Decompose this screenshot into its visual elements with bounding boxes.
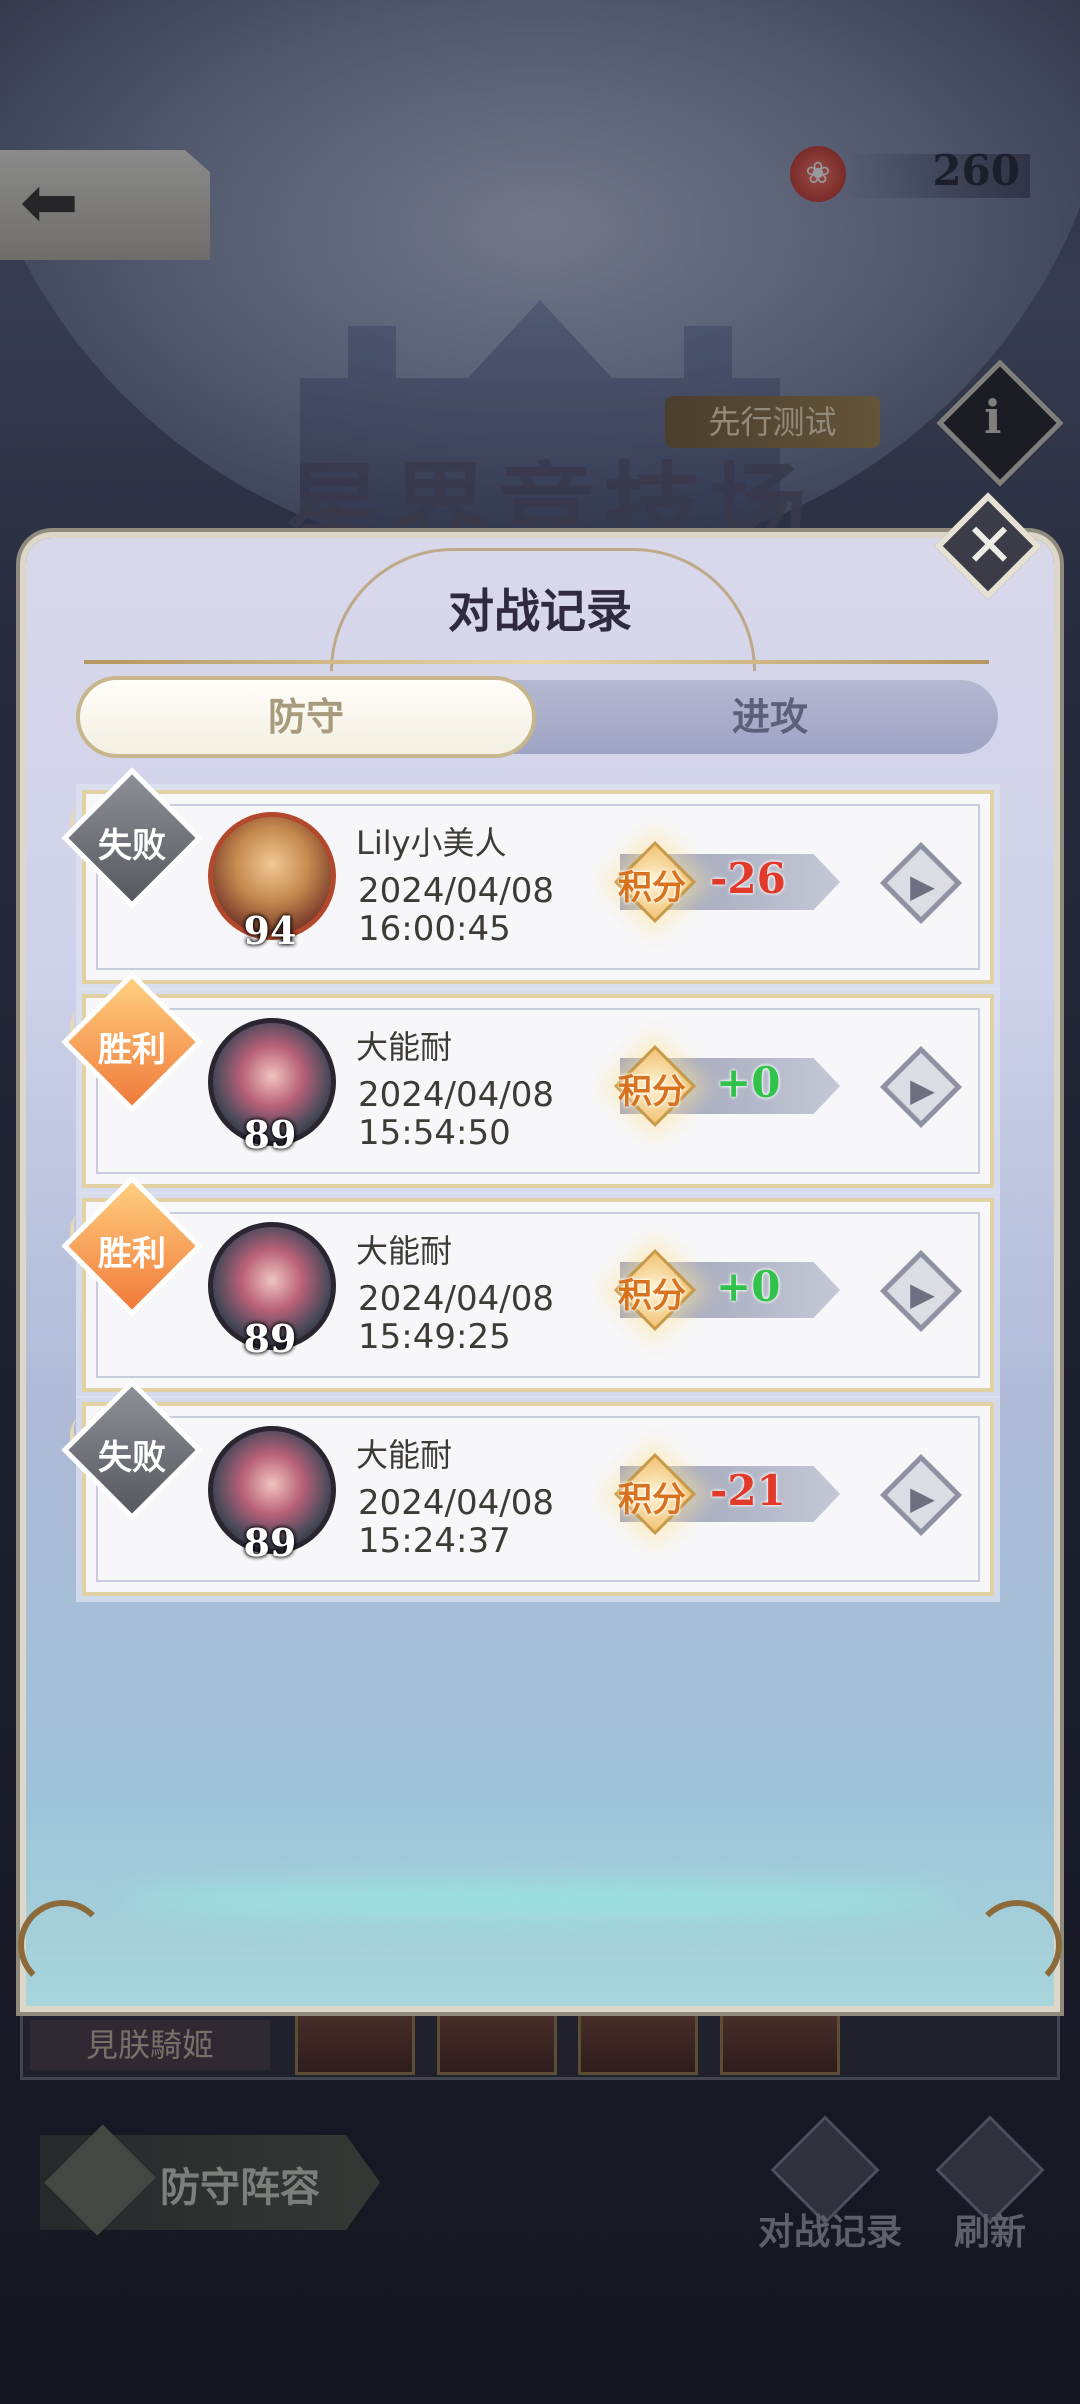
opponent-name: 大能耐 (356, 1232, 453, 1270)
title-divider (84, 660, 989, 664)
modal-corner-ornament (18, 1900, 108, 1990)
play-icon: ▶ (910, 1070, 935, 1109)
tab-attack[interactable]: 进攻 (540, 680, 1000, 754)
modal-corner-ornament (972, 1900, 1062, 1990)
result-label: 失败 (98, 1438, 166, 1478)
score-change: +0 (716, 1058, 781, 1107)
battle-date: 2024/04/08 (358, 1483, 554, 1523)
score-change: -26 (710, 854, 786, 903)
opponent-level: 89 (243, 1112, 297, 1157)
score-change: +0 (716, 1262, 781, 1311)
score-label: 积分 (618, 868, 686, 908)
result-label: 胜利 (98, 1030, 166, 1070)
battle-date: 2024/04/08 (358, 871, 554, 911)
opponent-name: 大能耐 (356, 1436, 453, 1474)
modal-title: 对战记录 (448, 584, 632, 638)
opponent-name: Lily小美人 (356, 824, 507, 862)
opponent-level: 89 (243, 1520, 297, 1565)
modal-bottom-glow (120, 1880, 960, 1920)
play-icon: ▶ (910, 1274, 935, 1313)
opponent-name: 大能耐 (356, 1028, 453, 1066)
tab-defense[interactable]: 防守 (76, 680, 536, 754)
battle-time: 15:24:37 (358, 1521, 511, 1561)
opponent-level: 89 (243, 1316, 297, 1361)
close-icon: ✕ (964, 511, 1015, 582)
battle-date: 2024/04/08 (358, 1075, 554, 1115)
opponent-level: 94 (243, 908, 297, 953)
score-label: 积分 (618, 1276, 686, 1316)
play-icon: ▶ (910, 1478, 935, 1517)
score-label: 积分 (618, 1072, 686, 1112)
battle-time: 16:00:45 (358, 909, 511, 949)
battle-time: 15:49:25 (358, 1317, 511, 1357)
battle-time: 15:54:50 (358, 1113, 511, 1153)
result-label: 胜利 (98, 1234, 166, 1274)
score-label: 积分 (618, 1480, 686, 1520)
score-change: -21 (710, 1466, 786, 1515)
battle-date: 2024/04/08 (358, 1279, 554, 1319)
result-label: 失败 (98, 826, 166, 866)
play-icon: ▶ (910, 866, 935, 905)
